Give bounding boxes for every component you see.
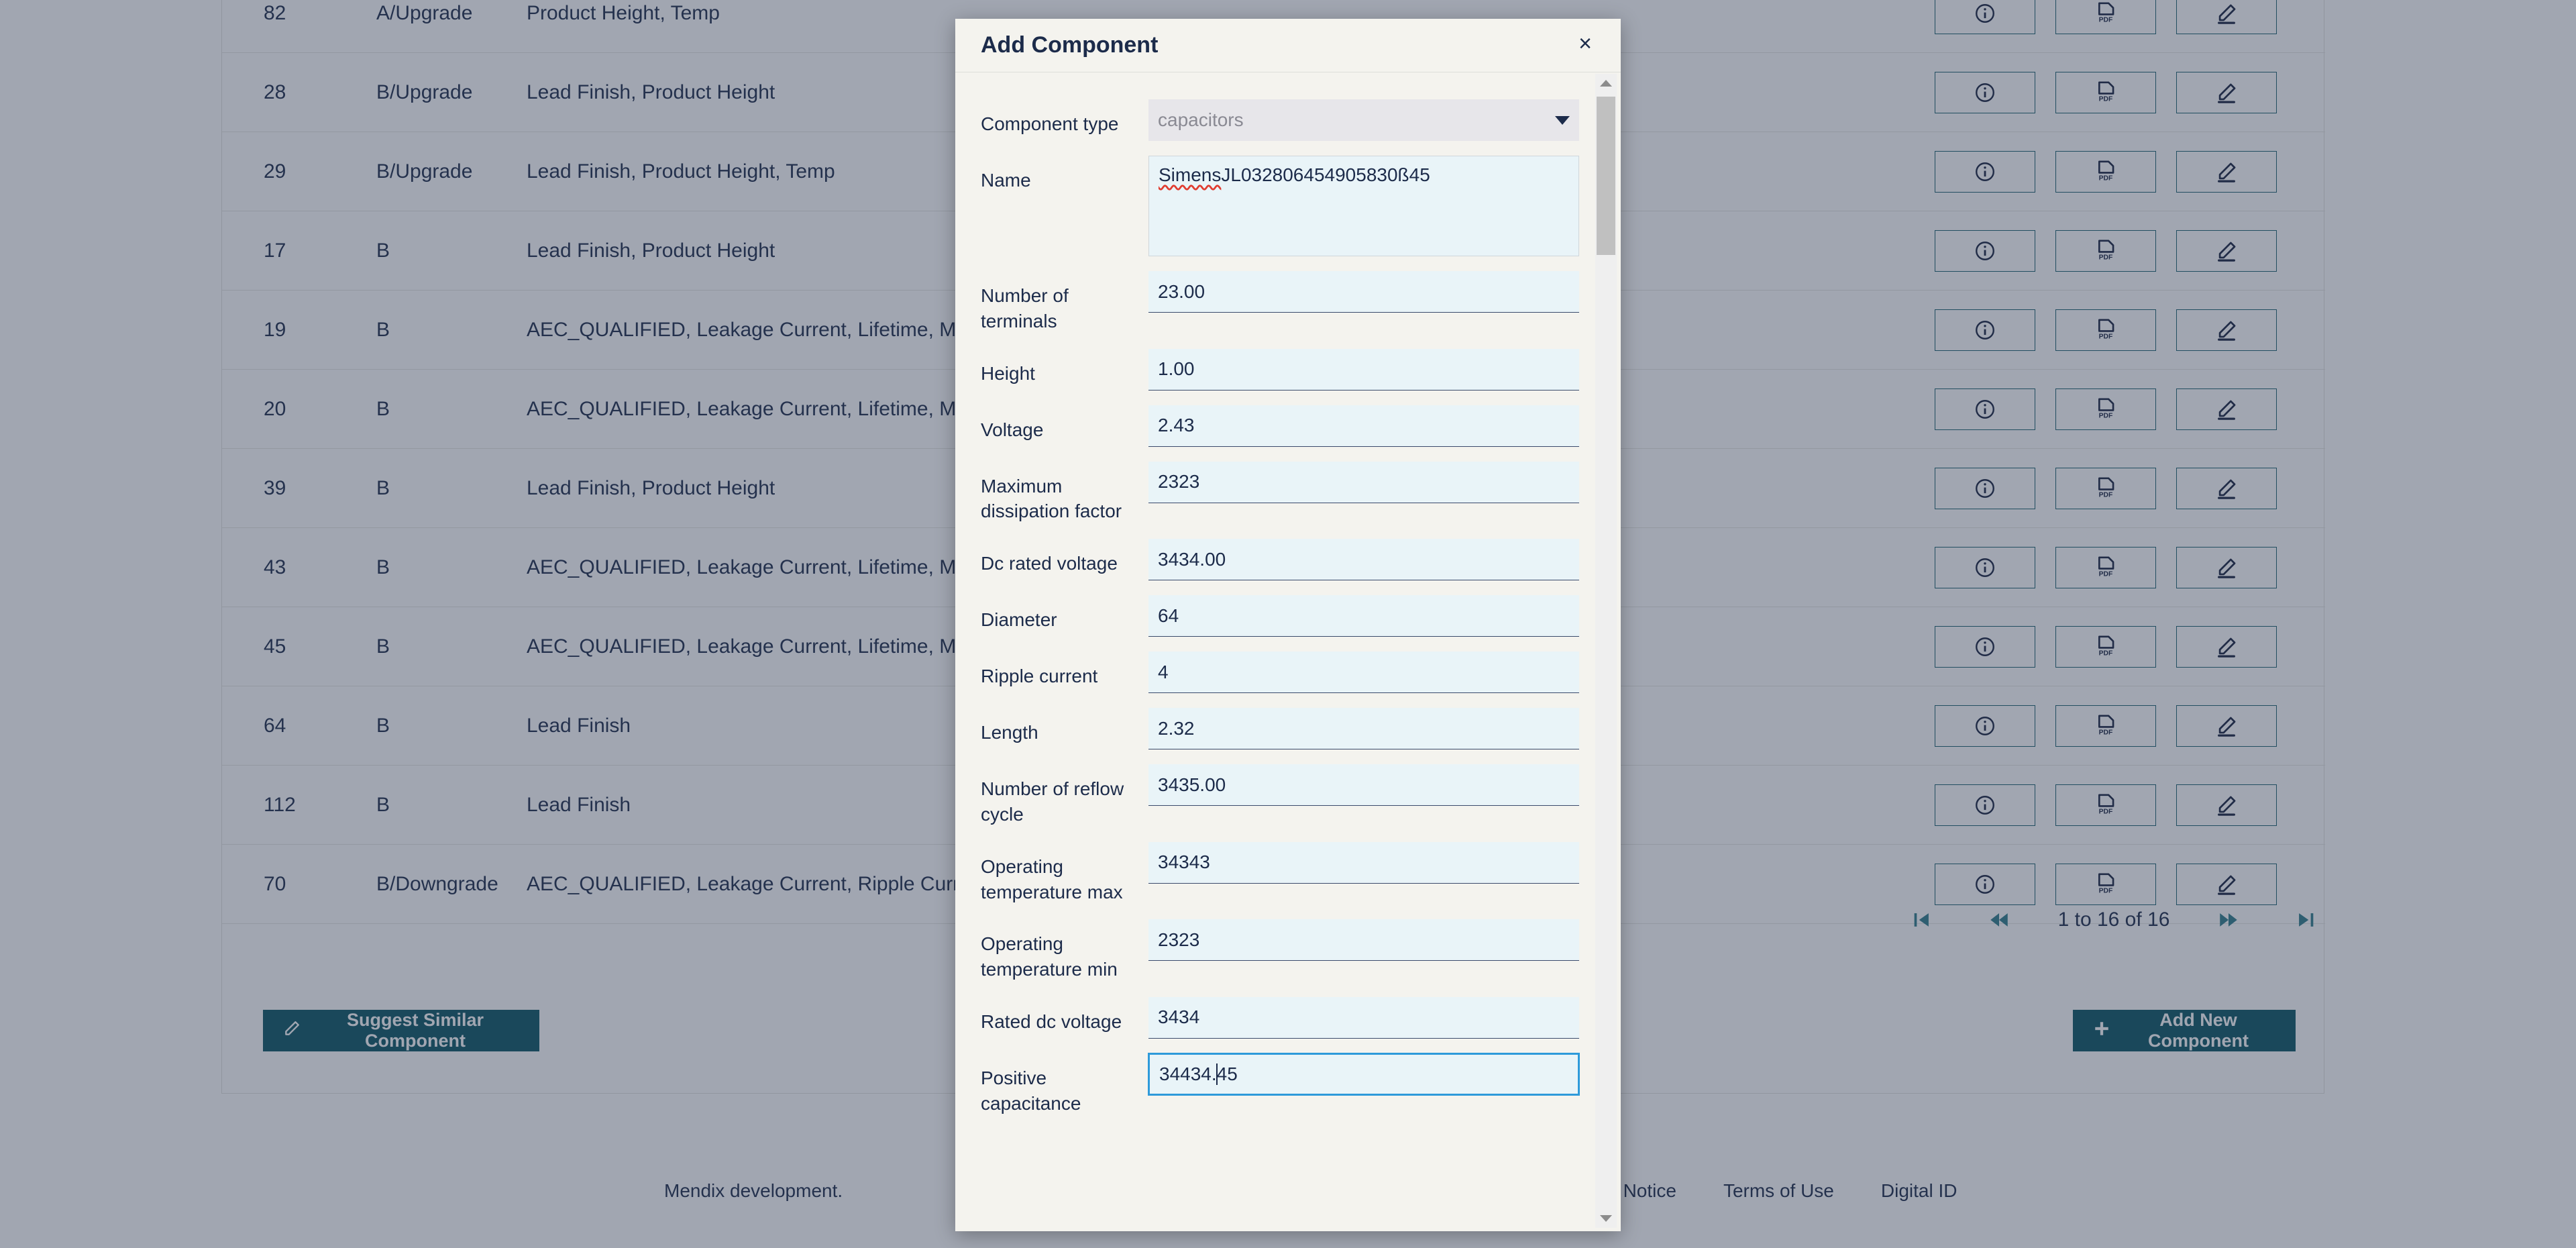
label-length: Length <box>981 708 1148 745</box>
input-rated-dc-voltage[interactable]: 3434 <box>1148 997 1579 1039</box>
label-diameter: Diameter <box>981 595 1148 633</box>
scroll-down-icon[interactable] <box>1595 1209 1617 1228</box>
label-component-type: Component type <box>981 99 1148 137</box>
form-row-operating-temperature-max: Operating temperature max34343 <box>981 842 1579 905</box>
field-wrap-operating-temperature-max: 34343 <box>1148 842 1579 884</box>
dialog-form: Component typecapacitorsNameSimens JL032… <box>955 72 1621 1231</box>
label-rated-dc-voltage: Rated dc voltage <box>981 997 1148 1035</box>
form-row-name: NameSimens JL032806454905830ß45 <box>981 156 1579 256</box>
field-wrap-diameter: 64 <box>1148 595 1579 637</box>
scroll-up-icon[interactable] <box>1595 74 1617 93</box>
field-wrap-ripple-current: 4 <box>1148 652 1579 693</box>
field-wrap-maximum-dissipation-factor: 2323 <box>1148 462 1579 503</box>
form-row-diameter: Diameter64 <box>981 595 1579 637</box>
input-maximum-dissipation-factor[interactable]: 2323 <box>1148 462 1579 503</box>
field-wrap-voltage: 2.43 <box>1148 405 1579 447</box>
misspelled-word: Simens <box>1159 164 1221 186</box>
chevron-down-icon[interactable] <box>1555 116 1570 125</box>
label-height: Height <box>981 349 1148 386</box>
dialog-title: Add Component <box>981 32 1158 58</box>
form-row-maximum-dissipation-factor: Maximum dissipation factor2323 <box>981 462 1579 525</box>
label-name: Name <box>981 156 1148 193</box>
input-name[interactable]: Simens JL032806454905830ß45 <box>1148 156 1579 256</box>
name-value-rest: JL032806454905830ß45 <box>1221 164 1430 186</box>
label-dc-rated-voltage: Dc rated voltage <box>981 539 1148 576</box>
input-height[interactable]: 1.00 <box>1148 349 1579 391</box>
field-wrap-component-type: capacitors <box>1148 99 1579 141</box>
selected-value-component-type: capacitors <box>1158 109 1244 131</box>
field-wrap-length: 2.32 <box>1148 708 1579 749</box>
input-voltage[interactable]: 2.43 <box>1148 405 1579 447</box>
field-wrap-height: 1.00 <box>1148 349 1579 391</box>
input-operating-temperature-min[interactable]: 2323 <box>1148 919 1579 961</box>
form-row-component-type: Component type capacitors <box>981 99 1579 141</box>
field-wrap-positive-capacitance: 34434.45 <box>1148 1053 1579 1095</box>
input-number-of-terminals[interactable]: 23.00 <box>1148 271 1579 313</box>
label-operating-temperature-max: Operating temperature max <box>981 842 1148 905</box>
field-wrap-operating-temperature-min: 2323 <box>1148 919 1579 961</box>
form-row-number-of-reflow-cycle: Number of reflow cycle3435.00 <box>981 764 1579 827</box>
form-row-voltage: Voltage2.43 <box>981 405 1579 447</box>
label-number-of-reflow-cycle: Number of reflow cycle <box>981 764 1148 827</box>
form-row-rated-dc-voltage: Rated dc voltage3434 <box>981 997 1579 1039</box>
dialog-header: Add Component × <box>955 19 1621 72</box>
field-wrap-rated-dc-voltage: 3434 <box>1148 997 1579 1039</box>
close-icon[interactable]: × <box>1570 28 1601 59</box>
label-maximum-dissipation-factor: Maximum dissipation factor <box>981 462 1148 525</box>
label-positive-capacitance: Positive capacitance <box>981 1053 1148 1116</box>
input-positive-capacitance[interactable]: 34434.45 <box>1148 1053 1579 1095</box>
form-row-positive-capacitance: Positive capacitance34434.45 <box>981 1053 1579 1116</box>
form-row-height: Height1.00 <box>981 349 1579 391</box>
form-row-operating-temperature-min: Operating temperature min2323 <box>981 919 1579 982</box>
label-ripple-current: Ripple current <box>981 652 1148 689</box>
label-number-of-terminals: Number of terminals <box>981 271 1148 334</box>
field-wrap-dc-rated-voltage: 3434.00 <box>1148 539 1579 580</box>
form-row-length: Length2.32 <box>981 708 1579 749</box>
value-before-cursor: 34434. <box>1159 1063 1217 1085</box>
input-component-type: capacitors <box>1148 99 1579 141</box>
input-operating-temperature-max[interactable]: 34343 <box>1148 842 1579 884</box>
label-operating-temperature-min: Operating temperature min <box>981 919 1148 982</box>
scrollbar-thumb[interactable] <box>1597 97 1615 255</box>
dialog-scrollbar[interactable] <box>1595 74 1617 1228</box>
form-row-number-of-terminals: Number of terminals23.00 <box>981 271 1579 334</box>
input-dc-rated-voltage[interactable]: 3434.00 <box>1148 539 1579 580</box>
form-row-dc-rated-voltage: Dc rated voltage3434.00 <box>981 539 1579 580</box>
form-row-ripple-current: Ripple current4 <box>981 652 1579 693</box>
input-ripple-current[interactable]: 4 <box>1148 652 1579 693</box>
add-component-dialog: Add Component × Component type capacitors… <box>955 19 1621 1231</box>
field-wrap-name: Simens JL032806454905830ß45 <box>1148 156 1579 256</box>
field-wrap-number-of-reflow-cycle: 3435.00 <box>1148 764 1579 806</box>
input-length[interactable]: 2.32 <box>1148 708 1579 749</box>
label-voltage: Voltage <box>981 405 1148 443</box>
value-after-cursor: 45 <box>1217 1063 1238 1085</box>
input-diameter[interactable]: 64 <box>1148 595 1579 637</box>
field-wrap-number-of-terminals: 23.00 <box>1148 271 1579 313</box>
input-number-of-reflow-cycle[interactable]: 3435.00 <box>1148 764 1579 806</box>
